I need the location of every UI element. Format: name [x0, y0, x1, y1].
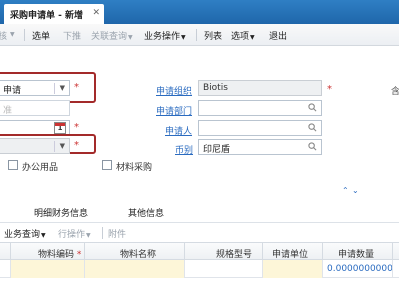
placeholder-text: 准: [3, 106, 13, 116]
cell-material-code[interactable]: [10, 260, 84, 278]
options-label: 选项: [231, 32, 250, 42]
required-star: *: [327, 84, 332, 95]
required-star: *: [74, 140, 79, 151]
related-query-label: 关联查询: [91, 32, 128, 42]
expand-icon[interactable]: ⌄: [352, 186, 359, 195]
row-ops-button[interactable]: 行操作▼: [58, 227, 91, 240]
tab-other-info[interactable]: 其他信息: [128, 206, 164, 219]
required-star: *: [74, 82, 79, 93]
toolbar-list-button[interactable]: 列表: [204, 29, 222, 42]
currency-value: 印尼盾: [203, 145, 231, 155]
grid-header: 物料编码 * 物料名称 规格型号 申请单位 申请数量: [0, 242, 399, 261]
toolbar-push-down-button[interactable]: 下推: [63, 29, 81, 42]
search-icon[interactable]: [308, 103, 317, 112]
toolbar-related-query-button[interactable]: 关联查询▼: [91, 29, 133, 42]
column-divider: [322, 243, 323, 261]
toolbar-separator: [24, 29, 25, 41]
toolbar-select-button[interactable]: 选单: [32, 29, 50, 42]
column-header-unit[interactable]: 申请单位: [272, 247, 308, 260]
biz-query-button[interactable]: 业务查询▼: [4, 227, 46, 240]
header-form: 申请 ▼ * 准 1 * ▼ * 申请组织 Biotis * 含 申请部门 申请…: [0, 46, 399, 196]
org-field: Biotis: [198, 80, 322, 96]
right-label: 含: [391, 87, 399, 97]
office-supplies-checkbox[interactable]: [8, 160, 18, 170]
toolbar-options-button[interactable]: 选项▼: [231, 29, 255, 42]
column-divider: [262, 243, 263, 261]
search-icon[interactable]: [308, 142, 317, 151]
tab-bar: 采购申请单 - 新增 ✕: [0, 0, 399, 24]
grid-toolbar: 业务查询▼ 行操作▼ 附件: [0, 222, 399, 240]
chevron-down-icon[interactable]: ▼: [60, 142, 65, 150]
column-header-material-code[interactable]: 物料编码 *: [38, 247, 81, 260]
tab-detail-finance[interactable]: 明细财务信息: [34, 206, 88, 219]
toolbar-audit[interactable]: 核: [0, 29, 7, 42]
org-value: Biotis: [203, 83, 228, 93]
cell-qty[interactable]: 0.0000000000: [327, 264, 393, 274]
table-row[interactable]: 0.0000000000: [0, 260, 399, 278]
collapse-icon[interactable]: ⌃: [342, 186, 349, 195]
toolbar-separator: [196, 29, 197, 41]
column-divider: [392, 260, 393, 278]
column-header-material-name[interactable]: 物料名称: [120, 247, 156, 260]
row-ops-label: 行操作: [58, 230, 86, 240]
column-header-qty[interactable]: 申请数量: [338, 247, 374, 260]
currency-label[interactable]: 币别: [175, 143, 193, 156]
material-purchase-checkbox[interactable]: [102, 160, 112, 170]
currency-type-select[interactable]: ▼: [0, 138, 70, 154]
toolbar-separator: [102, 227, 103, 239]
column-divider: [184, 243, 185, 261]
applicant-field[interactable]: [198, 120, 322, 136]
cell-unit[interactable]: [262, 260, 322, 278]
chevron-down-icon: ▼: [41, 232, 46, 239]
request-sub-field[interactable]: 准: [0, 100, 70, 116]
org-label[interactable]: 申请组织: [156, 84, 192, 97]
divider: [54, 141, 55, 152]
calendar-icon[interactable]: 1: [54, 122, 66, 134]
request-type-value: 申请: [3, 86, 22, 96]
chevron-down-icon: ▼: [128, 34, 133, 41]
search-icon[interactable]: [308, 123, 317, 132]
toolbar-business-op-button[interactable]: 业务操作▼: [144, 29, 186, 42]
request-type-select[interactable]: 申请 ▼: [0, 80, 70, 96]
toolbar-exit-button[interactable]: 退出: [269, 29, 287, 42]
column-divider: [10, 243, 11, 261]
divider: [54, 83, 55, 94]
column-divider: [322, 260, 323, 278]
column-divider: [184, 260, 185, 278]
office-supplies-label: 办公用品: [22, 163, 59, 173]
material-purchase-label: 材料采购: [116, 163, 153, 173]
chevron-down-icon: ▼: [86, 232, 91, 239]
close-icon[interactable]: ✕: [92, 8, 100, 18]
column-header-spec[interactable]: 规格型号: [216, 247, 252, 260]
dept-field[interactable]: [198, 100, 322, 116]
chevron-down-icon: ▼: [181, 34, 186, 41]
required-star: *: [74, 250, 82, 260]
chevron-down-icon[interactable]: ▼: [60, 84, 65, 92]
toolbar: 核 ▼ 选单 下推 关联查询▼ 业务操作▼ 列表 选项▼ 退出: [0, 24, 399, 46]
biz-query-label: 业务查询: [4, 230, 41, 240]
column-divider: [84, 260, 85, 278]
dept-label[interactable]: 申请部门: [156, 104, 192, 117]
tab-title: 采购申请单 - 新增: [10, 11, 84, 21]
attachment-button[interactable]: 附件: [108, 227, 126, 240]
column-header-label: 物料编码: [38, 250, 75, 260]
chevron-down-icon: ▼: [250, 34, 255, 41]
chevron-down-icon[interactable]: ▼: [9, 29, 15, 39]
column-divider: [262, 260, 263, 278]
column-divider: [10, 260, 11, 278]
column-divider: [84, 243, 85, 261]
column-divider: [392, 243, 393, 261]
currency-field[interactable]: 印尼盾: [198, 139, 322, 155]
business-op-label: 业务操作: [144, 32, 181, 42]
tab-purchase-request[interactable]: 采购申请单 - 新增 ✕: [4, 4, 104, 24]
cell-material-name[interactable]: [84, 260, 184, 278]
required-star: *: [74, 122, 79, 133]
applicant-label[interactable]: 申请人: [165, 124, 192, 137]
